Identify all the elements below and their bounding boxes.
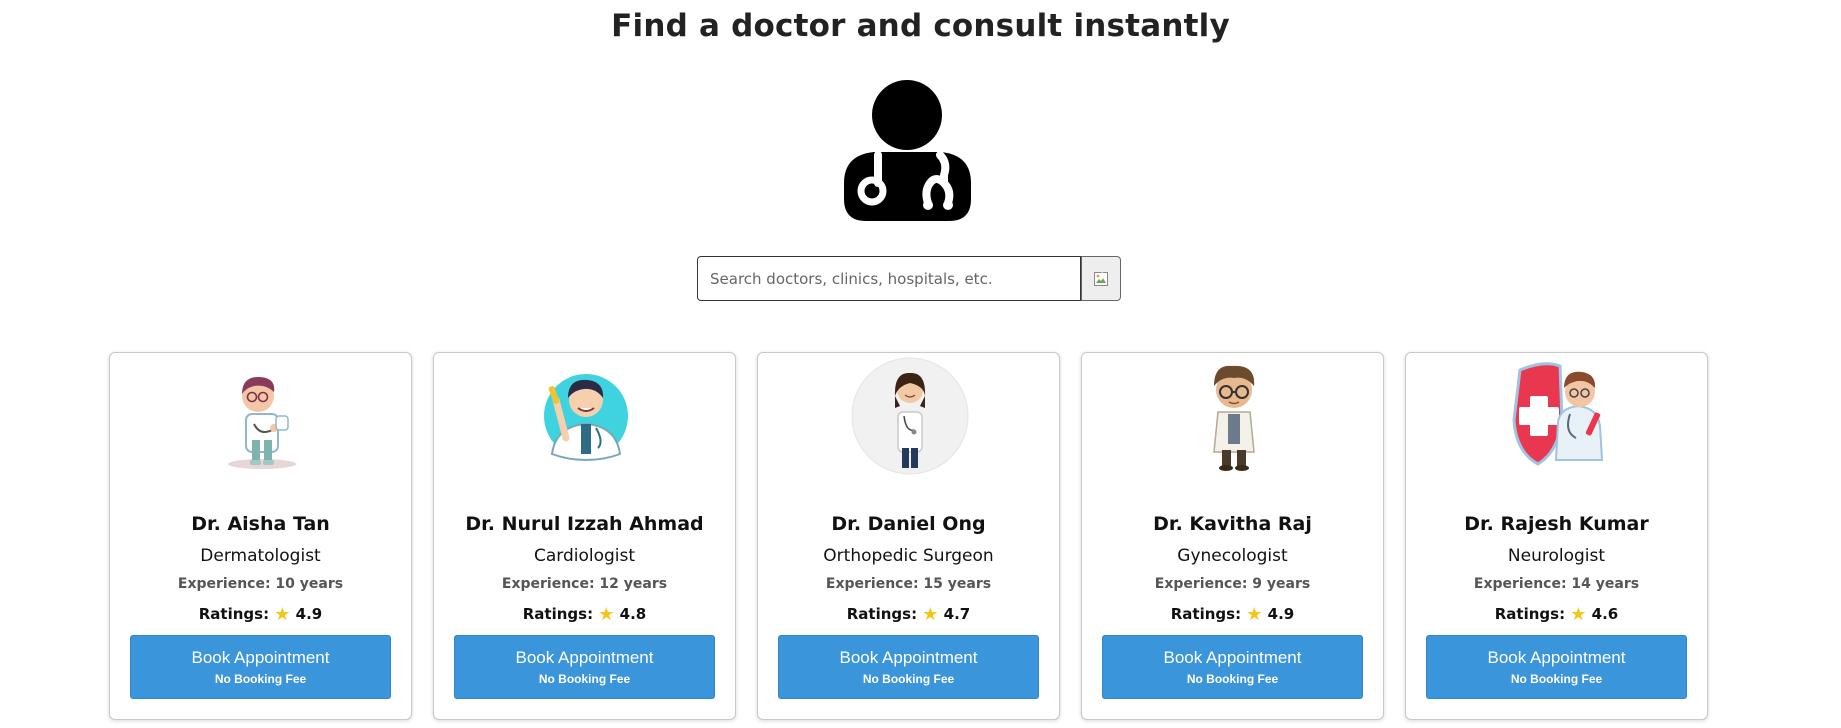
book-appointment-label: Book Appointment: [1487, 648, 1626, 667]
doctor-rating: Ratings: ★ 4.9: [110, 604, 411, 625]
star-icon: ★: [274, 604, 291, 625]
rating-value: 4.8: [619, 605, 647, 623]
doctor-avatar: [1213, 365, 1255, 471]
search-input[interactable]: [697, 256, 1081, 301]
doctor-specialty: Cardiologist: [533, 546, 636, 566]
book-appointment-button[interactable]: Book Appointment No Booking Fee: [1102, 635, 1363, 699]
search-button[interactable]: [1081, 256, 1121, 301]
doctor-rating: Ratings: ★ 4.7: [758, 604, 1059, 625]
doctor-cards: Dr. Aisha Tan Dermatologist Experience: …: [109, 352, 1708, 720]
doctor-specialty: Neurologist: [1507, 546, 1606, 566]
doctor-experience: Experience: 15 years: [825, 576, 992, 592]
book-appointment-button[interactable]: Book Appointment No Booking Fee: [778, 635, 1039, 699]
doctor-name: Dr. Rajesh Kumar: [1464, 513, 1649, 535]
page-title: Find a doctor and consult instantly: [611, 8, 1230, 44]
broken-image-icon: [1094, 271, 1108, 286]
book-appointment-button[interactable]: Book Appointment No Booking Fee: [1426, 635, 1687, 699]
ratings-label: Ratings:: [198, 605, 270, 623]
doctor-name: Dr. Nurul Izzah Ahmad: [465, 513, 704, 535]
doctor-experience: Experience: 9 years: [1154, 576, 1311, 592]
rating-value: 4.7: [943, 605, 971, 623]
book-appointment-button[interactable]: Book Appointment No Booking Fee: [454, 635, 715, 699]
book-appointment-button[interactable]: Book Appointment No Booking Fee: [130, 635, 391, 699]
no-booking-fee-label: No Booking Fee: [1510, 672, 1603, 686]
doctor-card: Dr. Aisha Tan Dermatologist Experience: …: [109, 352, 412, 720]
doctor-rating: Ratings: ★ 4.6: [1406, 604, 1707, 625]
search-bar: [697, 256, 1121, 301]
doctor-avatar: [851, 357, 969, 475]
doctor-specialty: Dermatologist: [200, 546, 321, 566]
doctor-name: Dr. Kavitha Raj: [1153, 513, 1312, 535]
rating-value: 4.9: [1267, 605, 1295, 623]
doctor-rating: Ratings: ★ 4.8: [434, 604, 735, 625]
star-icon: ★: [1570, 604, 1587, 625]
doctor-avatar: [544, 374, 628, 462]
doctor-experience: Experience: 12 years: [501, 576, 668, 592]
book-appointment-label: Book Appointment: [839, 648, 978, 667]
doctor-card: Dr. Daniel Ong Orthopedic Surgeon Experi…: [757, 352, 1060, 720]
doctor-name: Dr. Aisha Tan: [191, 513, 330, 535]
ratings-label: Ratings:: [846, 605, 918, 623]
no-booking-fee-label: No Booking Fee: [538, 672, 631, 686]
book-appointment-label: Book Appointment: [191, 648, 330, 667]
rating-value: 4.6: [1591, 605, 1619, 623]
doctor-card: Dr. Kavitha Raj Gynecologist Experience:…: [1081, 352, 1384, 720]
doctor-specialty: Gynecologist: [1177, 546, 1288, 566]
no-booking-fee-label: No Booking Fee: [1186, 672, 1279, 686]
doctor-stethoscope-icon: [844, 80, 971, 221]
doctor-card: Dr. Rajesh Kumar Neurologist Experience:…: [1405, 352, 1708, 720]
doctor-avatar: [228, 376, 296, 469]
doctor-rating: Ratings: ★ 4.9: [1082, 604, 1383, 625]
rating-value: 4.9: [295, 605, 323, 623]
ratings-label: Ratings:: [1170, 605, 1242, 623]
star-icon: ★: [922, 604, 939, 625]
doctor-name: Dr. Daniel Ong: [831, 513, 986, 535]
doctor-card: Dr. Nurul Izzah Ahmad Cardiologist Exper…: [433, 352, 736, 720]
star-icon: ★: [1246, 604, 1263, 625]
book-appointment-label: Book Appointment: [515, 648, 654, 667]
doctor-experience: Experience: 14 years: [1473, 576, 1640, 592]
doctor-avatar: [1512, 362, 1604, 466]
no-booking-fee-label: No Booking Fee: [214, 672, 307, 686]
doctor-specialty: Orthopedic Surgeon: [823, 546, 994, 566]
no-booking-fee-label: No Booking Fee: [862, 672, 955, 686]
ratings-label: Ratings:: [1494, 605, 1566, 623]
ratings-label: Ratings:: [522, 605, 594, 623]
doctor-experience: Experience: 10 years: [177, 576, 344, 592]
book-appointment-label: Book Appointment: [1163, 648, 1302, 667]
star-icon: ★: [598, 604, 615, 625]
